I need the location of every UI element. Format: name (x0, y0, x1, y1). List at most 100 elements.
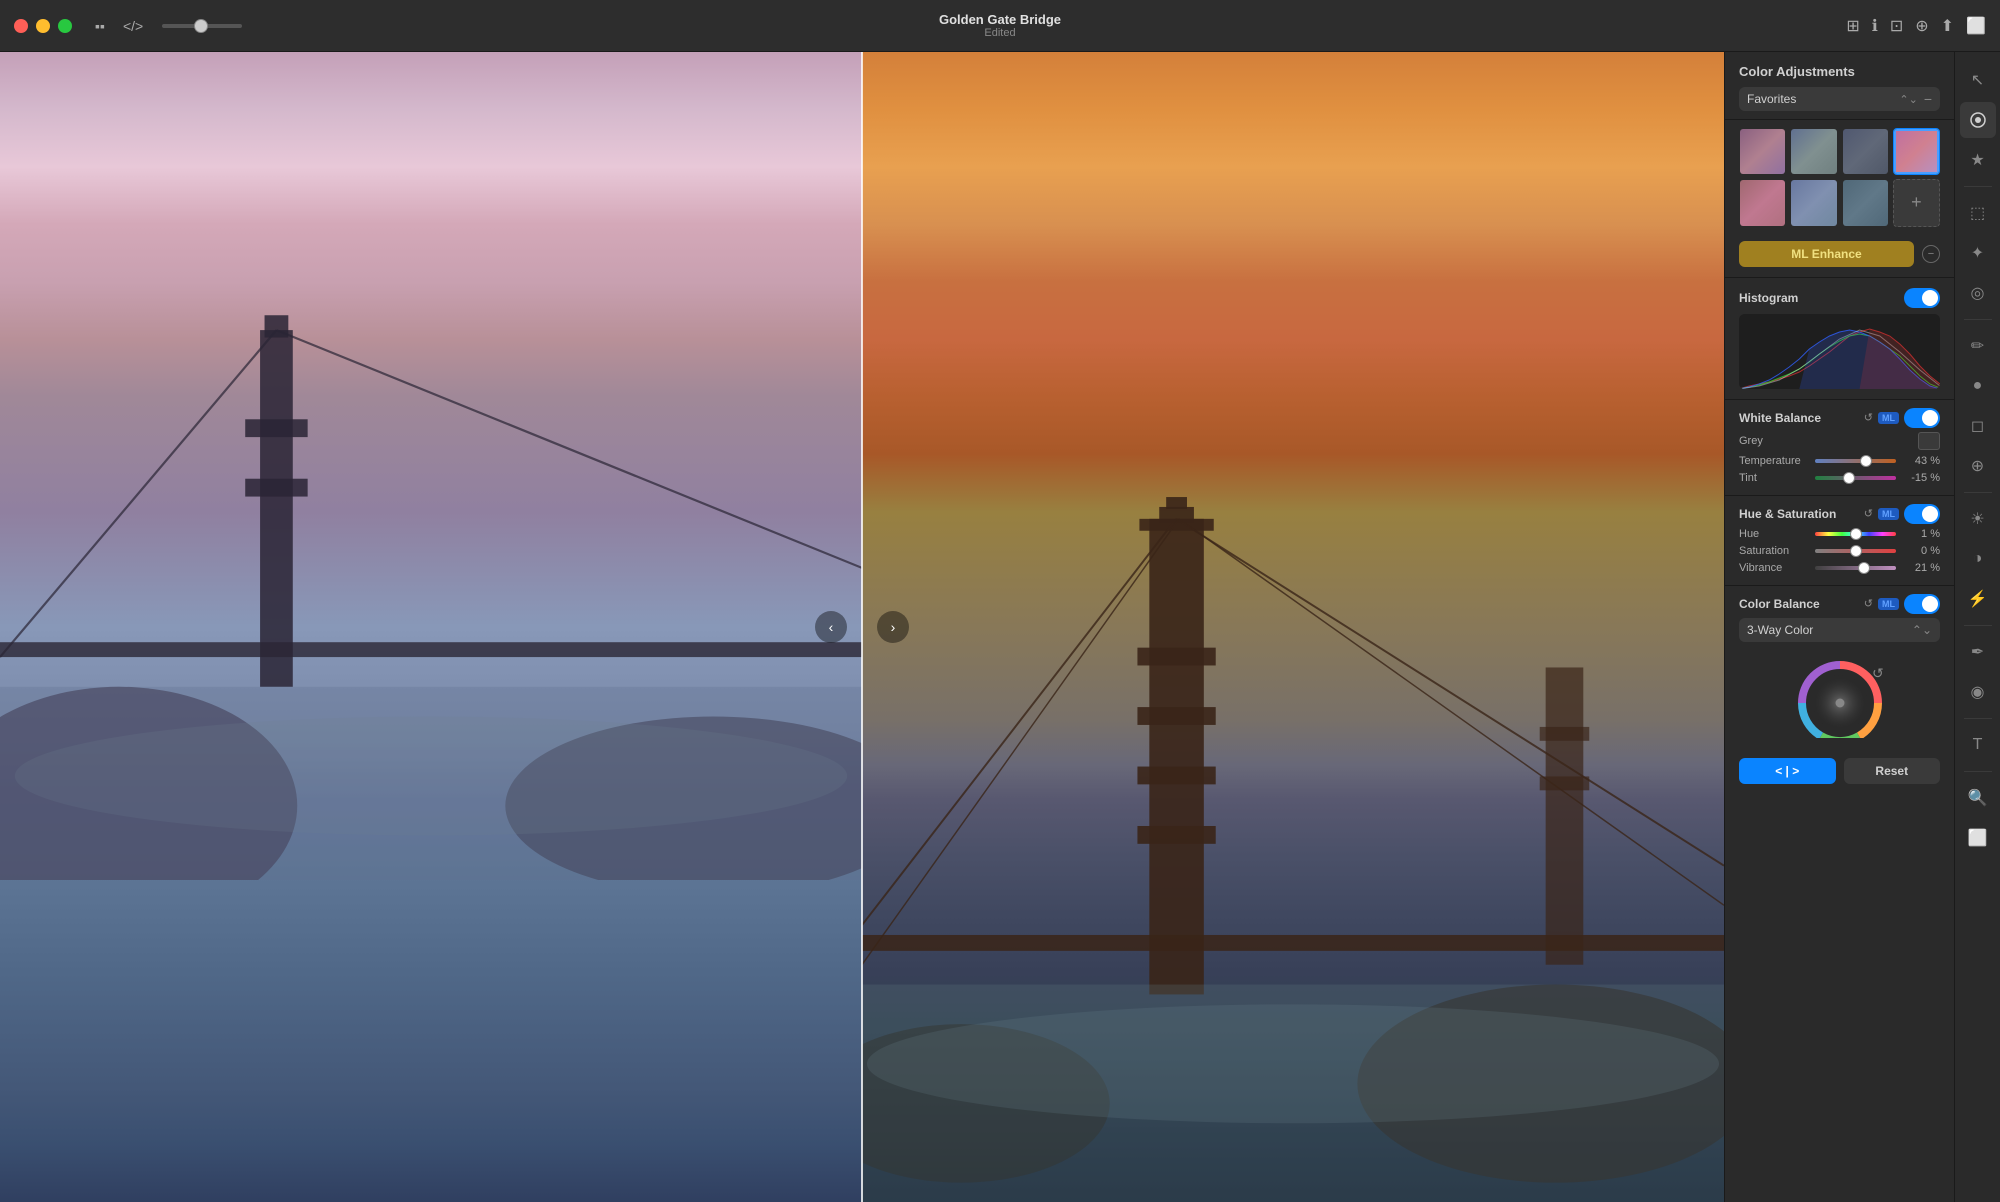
ml-enhance-row: ML Enhance − (1725, 235, 1954, 275)
prev-arrow[interactable]: ‹ (815, 611, 847, 643)
sun-icon[interactable]: ☀ (1960, 501, 1996, 537)
title-bar-right: ⊞ ℹ ⊡ ⊕ ⬆ ⬜ (1846, 16, 1986, 36)
share-icon[interactable]: ⊕ (1915, 16, 1928, 36)
dropdown-icons: ⌃⌄ − (1899, 91, 1932, 107)
right-panel: Color Adjustments Favorites ⌃⌄ − (1724, 52, 1954, 1202)
saturation-value: 0 % (1902, 545, 1940, 557)
selection-icon[interactable]: ⬚ (1960, 195, 1996, 231)
crop-icon[interactable]: ⬜ (1960, 820, 1996, 856)
favorites-dropdown[interactable]: Favorites ⌃⌄ − (1739, 87, 1940, 111)
export-icon[interactable]: ⬆ (1941, 16, 1954, 36)
eyedropper-icon[interactable]: ✒ (1960, 634, 1996, 670)
text-icon[interactable]: T (1960, 727, 1996, 763)
add-preset-button[interactable]: + (1893, 179, 1940, 226)
hs-toggle[interactable] (1904, 504, 1940, 524)
remove-icon[interactable]: − (1924, 91, 1932, 107)
color-balance-dropdown-label: 3-Way Color (1747, 623, 1813, 637)
vibrance-value: 21 % (1902, 562, 1940, 574)
brush-adjust-icon[interactable]: ◎ (1960, 275, 1996, 311)
split-view-icon[interactable]: ⬜ (1966, 16, 1986, 36)
far-right-toolbar: ↖ ★ ⬚ ✦ ◎ ✏ ● ◻ ⊕ ☀ ◑ ⚡ ✒ ◉ T 🔍 ⬜ (1954, 52, 2000, 1202)
preset-thumb-7[interactable] (1842, 179, 1889, 226)
wb-toggle[interactable] (1904, 408, 1940, 428)
main-area: ‹ › Color Adjustments Favorites ⌃⌄ − (0, 52, 2000, 1202)
temperature-slider[interactable] (1815, 459, 1896, 463)
tint-label: Tint (1739, 472, 1809, 484)
cb-toggle[interactable] (1904, 594, 1940, 614)
preset-thumb-1[interactable] (1739, 128, 1786, 175)
cb-ml-badge: ML (1878, 598, 1899, 610)
preset-thumb-3[interactable] (1842, 128, 1889, 175)
hue-slider[interactable] (1815, 532, 1896, 536)
vibrance-slider[interactable] (1815, 566, 1896, 570)
magic-wand-icon[interactable]: ✦ (1960, 235, 1996, 271)
grey-picker-button[interactable] (1918, 432, 1940, 450)
temperature-value: 43 % (1902, 455, 1940, 467)
favorites-label: Favorites (1747, 92, 1796, 106)
photo-left (0, 52, 862, 1202)
sidebar-toggle-icon[interactable]: ▪▪ (90, 15, 110, 37)
tint-slider[interactable] (1815, 476, 1896, 480)
preset-thumb-2[interactable] (1790, 128, 1837, 175)
zoom-slider[interactable] (162, 24, 242, 28)
chevron-icon: ⌃⌄ (1899, 93, 1917, 106)
lightning-icon[interactable]: ⚡ (1960, 581, 1996, 617)
transform-icon[interactable]: ⊡ (1890, 16, 1903, 36)
color-balance-header: Color Balance ↺ ML (1739, 588, 1940, 618)
wb-ml-badge: ML (1878, 412, 1899, 424)
color-circle-icon[interactable]: ◉ (1960, 674, 1996, 710)
hue-saturation-header: Hue & Saturation ↺ ML (1739, 498, 1940, 528)
reset-button[interactable]: Reset (1844, 758, 1941, 784)
erase-icon[interactable]: ◻ (1960, 408, 1996, 444)
toolbar-divider-2 (1964, 319, 1992, 320)
vibrance-label: Vibrance (1739, 562, 1809, 574)
color-balance-chevron: ⌃⌄ (1912, 623, 1932, 637)
histogram-toggle[interactable] (1904, 288, 1940, 308)
photo-right (862, 52, 1724, 1202)
ml-enhance-button[interactable]: ML Enhance (1739, 241, 1914, 267)
toolbar-divider-1 (1964, 186, 1992, 187)
minimize-button[interactable] (36, 19, 50, 33)
color-wheel[interactable]: ↺ (1790, 658, 1890, 738)
toolbar-divider-3 (1964, 492, 1992, 493)
saturation-slider[interactable] (1815, 549, 1896, 553)
saturation-label: Saturation (1739, 545, 1809, 557)
star-icon[interactable]: ★ (1960, 142, 1996, 178)
info-icon[interactable]: ℹ (1872, 16, 1878, 36)
cb-reset-icon[interactable]: ↺ (1864, 597, 1873, 610)
temperature-row: Temperature 43 % (1739, 455, 1940, 467)
layers-icon[interactable]: ⊞ (1846, 16, 1859, 36)
window-subtitle: Edited (939, 27, 1061, 39)
color-fill-icon[interactable]: ◑ (1960, 541, 1996, 577)
grey-label: Grey (1739, 435, 1912, 447)
cursor-tool-icon[interactable]: ↖ (1960, 62, 1996, 98)
toolbar-divider-4 (1964, 625, 1992, 626)
maximize-button[interactable] (58, 19, 72, 33)
hs-reset-icon[interactable]: ↺ (1864, 507, 1873, 520)
search-icon[interactable]: 🔍 (1960, 780, 1996, 816)
color-balance-dropdown[interactable]: 3-Way Color ⌃⌄ (1739, 618, 1940, 642)
next-arrow[interactable]: › (877, 611, 909, 643)
toolbar-divider-5 (1964, 718, 1992, 719)
pencil-icon[interactable]: ✏ (1960, 328, 1996, 364)
hs-controls: ↺ ML (1864, 504, 1940, 524)
color-adjustments-tool-icon[interactable] (1960, 102, 1996, 138)
close-button[interactable] (14, 19, 28, 33)
paint-icon[interactable]: ● (1960, 368, 1996, 404)
traffic-lights (14, 19, 72, 33)
wb-reset-icon[interactable]: ↺ (1864, 411, 1873, 424)
ml-info-icon[interactable]: − (1922, 245, 1940, 263)
compare-button[interactable]: < | > (1739, 758, 1836, 784)
preset-thumb-5[interactable] (1739, 179, 1786, 226)
white-balance-section: White Balance ↺ ML Grey Temperature (1725, 402, 1954, 489)
hue-label: Hue (1739, 528, 1809, 540)
photo-area: ‹ › (0, 52, 1724, 1202)
preset-thumb-6[interactable] (1790, 179, 1837, 226)
title-bar: ▪▪ </> Golden Gate Bridge Edited ⊞ ℹ ⊡ ⊕… (0, 0, 2000, 52)
preset-thumb-4[interactable] (1893, 128, 1940, 175)
hue-value: 1 % (1902, 528, 1940, 540)
hue-saturation-label: Hue & Saturation (1739, 507, 1836, 521)
code-view-icon[interactable]: </> (118, 15, 148, 37)
clone-icon[interactable]: ⊕ (1960, 448, 1996, 484)
panel-title: Color Adjustments (1739, 64, 1940, 79)
